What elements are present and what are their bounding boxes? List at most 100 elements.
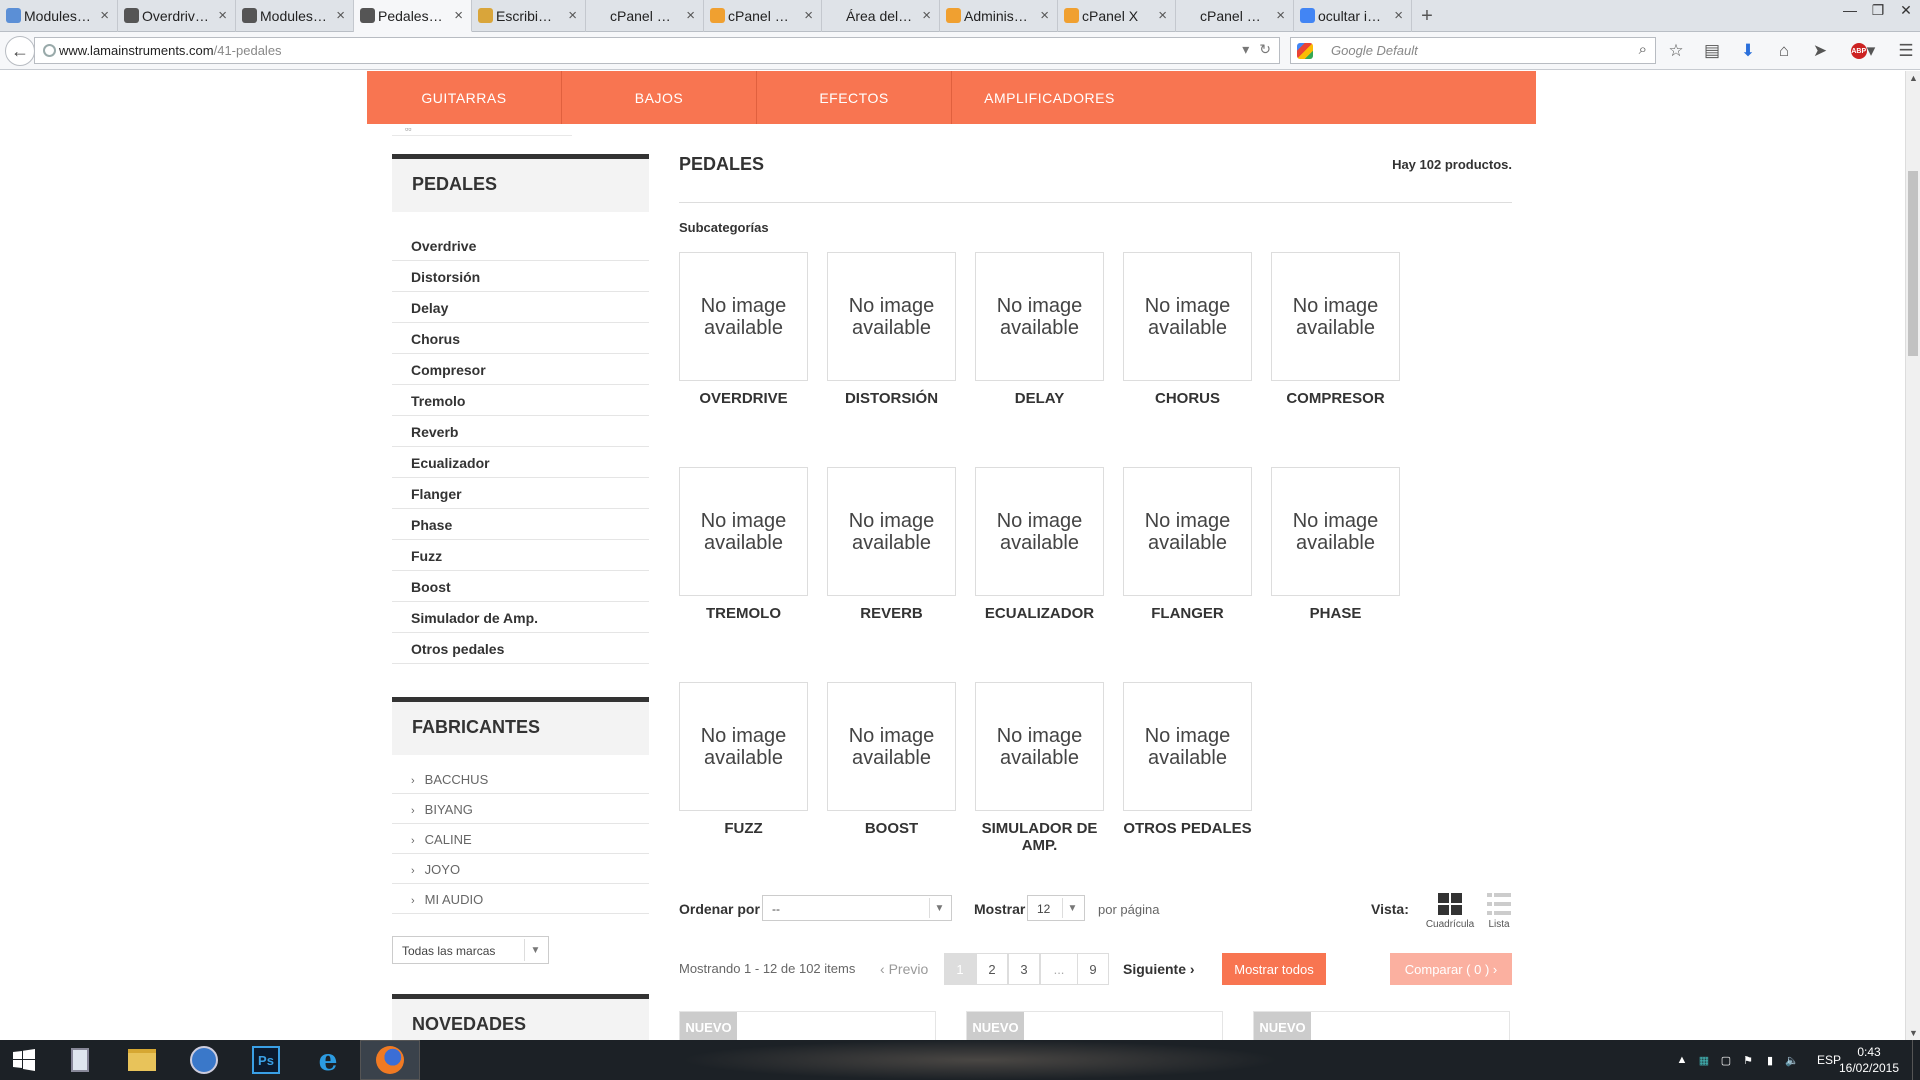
sidebar-category-link[interactable]: Distorsión xyxy=(392,261,649,292)
close-tab-icon[interactable]: × xyxy=(1394,7,1403,24)
sort-select[interactable]: -- ▼ xyxy=(762,895,952,921)
menu-item[interactable]: AMPLIFICADORES xyxy=(952,71,1147,124)
close-tab-icon[interactable]: × xyxy=(1276,7,1285,24)
sidebar-category-link[interactable]: Chorus xyxy=(392,323,649,354)
no-image-placeholder[interactable]: No image available xyxy=(827,252,956,381)
tray-app-icon[interactable]: ▦ xyxy=(1697,1053,1711,1067)
subcategory-name[interactable]: OVERDRIVE xyxy=(679,390,808,407)
page-link[interactable]: 2 xyxy=(976,953,1008,985)
sidebar-category-link[interactable]: Tremolo xyxy=(392,385,649,416)
per-page-select[interactable]: 12 ▼ xyxy=(1027,895,1085,921)
home-icon[interactable]: ⌂ xyxy=(1771,38,1797,64)
page-link[interactable]: 9 xyxy=(1077,953,1109,985)
subcategory-card[interactable]: No image available PHASE xyxy=(1271,467,1400,622)
brand-link[interactable]: › JOYO xyxy=(392,854,649,884)
no-image-placeholder[interactable]: No image available xyxy=(975,682,1104,811)
scroll-up-icon[interactable]: ▲ xyxy=(1906,71,1920,85)
action-center-icon[interactable]: ⚑ xyxy=(1741,1053,1755,1067)
subcategory-name[interactable]: TREMOLO xyxy=(679,605,808,622)
browser-tab[interactable]: Escribiendo n... × xyxy=(472,0,586,32)
onedrive-icon[interactable]: ▢ xyxy=(1719,1053,1733,1067)
network-icon[interactable]: ▮ xyxy=(1763,1053,1777,1067)
no-image-placeholder[interactable]: No image available xyxy=(679,682,808,811)
google-icon[interactable] xyxy=(1297,43,1313,59)
subcategory-card[interactable]: No image available TREMOLO xyxy=(679,467,808,622)
start-button[interactable] xyxy=(0,1040,48,1080)
browser-tab[interactable]: cPanel X - File Ma... × xyxy=(586,0,704,32)
browser-tab[interactable]: Pedales - Lam... × xyxy=(354,0,472,32)
browser-tab[interactable]: Overdrive - La... × xyxy=(118,0,236,32)
calculator-app[interactable] xyxy=(50,1040,110,1080)
reload-icon[interactable]: ↻ xyxy=(1259,41,1271,58)
brand-link[interactable]: › BACCHUS xyxy=(392,764,649,794)
subcategory-card[interactable]: No image available COMPRESOR xyxy=(1271,252,1400,407)
subcategory-name[interactable]: PHASE xyxy=(1271,605,1400,622)
scrollbar-thumb[interactable] xyxy=(1908,171,1918,356)
no-image-placeholder[interactable]: No image available xyxy=(827,682,956,811)
next-link[interactable]: Siguiente › xyxy=(1123,961,1195,977)
sidebar-category-link[interactable]: Compresor xyxy=(392,354,649,385)
subcategory-card[interactable]: No image available FUZZ xyxy=(679,682,808,837)
sidebar-category-link[interactable]: Simulador de Amp. xyxy=(392,602,649,633)
no-image-placeholder[interactable]: No image available xyxy=(679,467,808,596)
product-card[interactable]: NUEVO xyxy=(1253,1011,1510,1040)
adblock-icon[interactable]: ABP ▾ xyxy=(1843,38,1883,64)
menu-item[interactable]: GUITARRAS xyxy=(367,71,562,124)
subcategory-name[interactable]: SIMULADOR DE AMP. xyxy=(975,820,1104,854)
photoshop-app[interactable]: Ps xyxy=(236,1040,296,1080)
subcategory-card[interactable]: No image available DELAY xyxy=(975,252,1104,407)
no-image-placeholder[interactable]: No image available xyxy=(975,467,1104,596)
subcategory-card[interactable]: No image available OTROS PEDALES xyxy=(1123,682,1252,837)
close-tab-icon[interactable]: × xyxy=(336,7,345,24)
subcategory-name[interactable]: DISTORSIÓN xyxy=(827,390,956,407)
ie-app[interactable]: e xyxy=(298,1040,358,1080)
menu-icon[interactable]: ☰ xyxy=(1893,38,1919,64)
sidebar-category-link[interactable]: Phase xyxy=(392,509,649,540)
browser-tab[interactable]: cPanel X - Ad... × xyxy=(704,0,822,32)
firefox-app[interactable] xyxy=(360,1040,420,1080)
subcategory-name[interactable]: FLANGER xyxy=(1123,605,1252,622)
show-desktop-button[interactable] xyxy=(1912,1040,1920,1080)
brand-link[interactable]: › MI AUDIO xyxy=(392,884,649,914)
subcategory-card[interactable]: No image available ECUALIZADOR xyxy=(975,467,1104,622)
subcategory-name[interactable]: FUZZ xyxy=(679,820,808,837)
browser-tab[interactable]: Área del Cliente - ... × xyxy=(822,0,940,32)
brands-select[interactable]: Todas las marcas ▼ xyxy=(392,936,549,964)
close-tab-icon[interactable]: × xyxy=(1040,7,1049,24)
close-tab-icon[interactable]: × xyxy=(100,7,109,24)
no-image-placeholder[interactable]: No image available xyxy=(1271,252,1400,381)
new-tab-button[interactable]: + xyxy=(1412,0,1442,32)
minimize-icon[interactable]: — xyxy=(1836,0,1864,20)
subcategory-card[interactable]: No image available BOOST xyxy=(827,682,956,837)
subcategory-name[interactable]: REVERB xyxy=(827,605,956,622)
sidebar-category-link[interactable]: Reverb xyxy=(392,416,649,447)
send-icon[interactable]: ➤ xyxy=(1807,38,1833,64)
subcategory-name[interactable]: ECUALIZADOR xyxy=(975,605,1104,622)
sidebar-category-link[interactable]: Overdrive xyxy=(392,230,649,261)
sidebar-category-link[interactable]: Ecualizador xyxy=(392,447,649,478)
product-card[interactable]: NUEVO xyxy=(679,1011,936,1040)
no-image-placeholder[interactable]: No image available xyxy=(679,252,808,381)
sidebar-category-link[interactable]: Otros pedales xyxy=(392,633,649,664)
compare-button[interactable]: Comparar ( 0 ) › xyxy=(1390,953,1512,985)
grid-view-button[interactable]: Cuadrícula xyxy=(1424,893,1476,930)
no-image-placeholder[interactable]: No image available xyxy=(1271,467,1400,596)
subcategory-card[interactable]: No image available CHORUS xyxy=(1123,252,1252,407)
page-link[interactable]: 1 xyxy=(944,953,976,985)
sidebar-category-link[interactable]: Delay xyxy=(392,292,649,323)
address-bar[interactable]: www.lamainstruments.com/41-pedales ▾ ↻ xyxy=(34,37,1280,64)
brand-link[interactable]: › CALINE xyxy=(392,824,649,854)
subcategory-card[interactable]: No image available DISTORSIÓN xyxy=(827,252,956,407)
no-image-placeholder[interactable]: No image available xyxy=(1123,682,1252,811)
sidebar-category-link[interactable]: Flanger xyxy=(392,478,649,509)
subcategory-name[interactable]: BOOST xyxy=(827,820,956,837)
subcategory-card[interactable]: No image available OVERDRIVE xyxy=(679,252,808,407)
browser-tab[interactable]: ocultar image... × xyxy=(1294,0,1412,32)
explorer-app[interactable] xyxy=(112,1040,172,1080)
search-bar[interactable]: Google Default ⌕ xyxy=(1290,37,1656,64)
browser-tab[interactable]: cPanel File Manag... × xyxy=(1176,0,1294,32)
download-icon[interactable]: ⬇ xyxy=(1735,38,1761,64)
show-hidden-icons[interactable]: ▲ xyxy=(1675,1053,1689,1067)
back-button[interactable]: ← xyxy=(5,36,35,66)
subcategory-name[interactable]: COMPRESOR xyxy=(1271,390,1400,407)
